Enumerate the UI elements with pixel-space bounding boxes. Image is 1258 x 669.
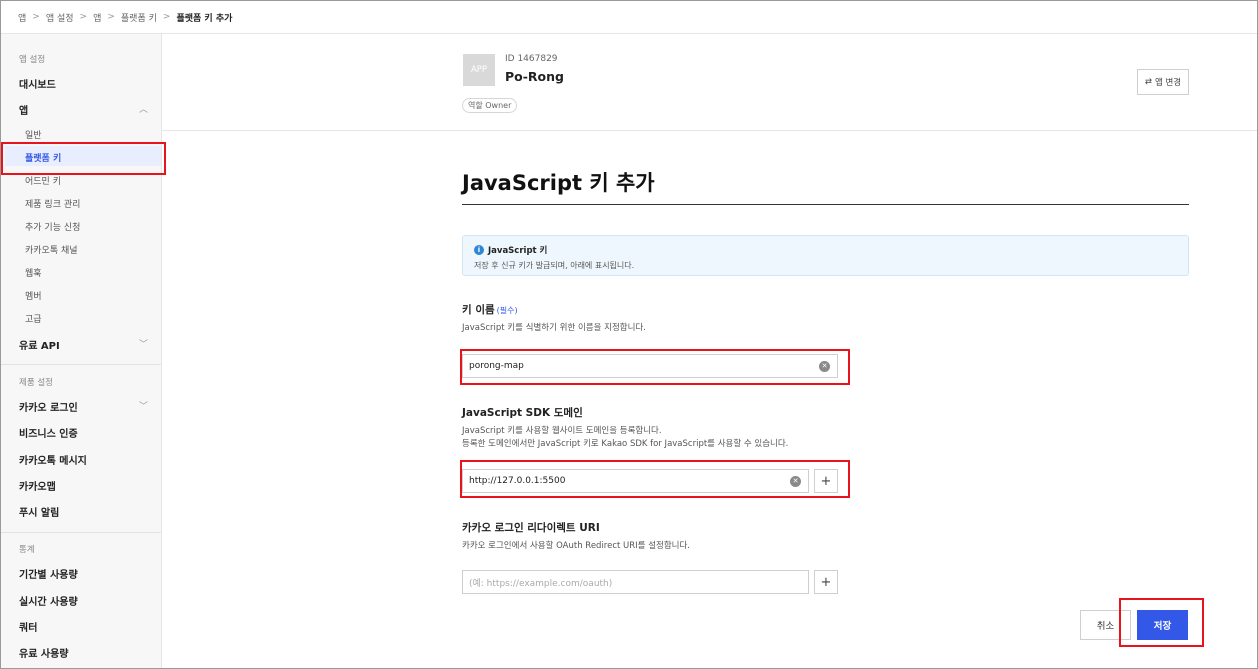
notice-text: 저장 후 신규 키가 발급되며, 아래에 표시됩니다. <box>474 261 635 270</box>
sdk-domain-value: http://127.0.0.1:5500 <box>469 476 566 486</box>
info-icon: i <box>474 245 484 255</box>
sidebar-item-business-auth[interactable]: 비즈니스 인증 <box>19 425 78 440</box>
chevron-down-icon[interactable]: ﹀ <box>139 399 148 412</box>
sidebar-item-usage-by-period[interactable]: 기간별 사용량 <box>19 566 78 581</box>
sidebar-item-kakaotalk-channel[interactable]: 카카오톡 채널 <box>25 243 78 256</box>
breadcrumb-item[interactable]: 앱 <box>18 11 26 24</box>
info-notice: i JavaScript 키 저장 후 신규 키가 발급되며, 아래에 표시됩니… <box>462 235 1189 276</box>
clear-icon[interactable]: ✕ <box>819 361 830 372</box>
sidebar-item-kakaotalk-message[interactable]: 카카오톡 메시지 <box>19 452 87 467</box>
sidebar-divider <box>1 364 161 365</box>
sidebar-item-quota[interactable]: 쿼터 <box>19 619 37 634</box>
breadcrumb-separator-icon: > <box>107 12 115 22</box>
sdk-domain-label: JavaScript SDK 도메인 <box>462 407 583 419</box>
sidebar-item-general[interactable]: 일반 <box>25 128 42 141</box>
page-title: JavaScript 키 추가 <box>462 171 655 195</box>
sidebar-item-product-link[interactable]: 제품 링크 관리 <box>25 197 80 210</box>
sidebar-item-members[interactable]: 멤버 <box>25 289 42 302</box>
breadcrumb-item[interactable]: 앱 <box>93 11 101 24</box>
sidebar: 앱 설정 대시보드 앱 ︿ 일반 플랫폼 키 어드민 키 제품 링크 관리 추가… <box>1 34 162 668</box>
sidebar-group-app-settings: 앱 설정 <box>19 55 46 65</box>
key-name-input[interactable]: porong-map ✕ <box>462 354 838 378</box>
app-thumbnail: APP <box>463 54 495 86</box>
app-header: APP ID 1467829 Po-Rong 역할 Owner ⇄ 앱 변경 <box>162 34 1257 131</box>
sidebar-item-app[interactable]: 앱 <box>19 102 28 117</box>
breadcrumb-item[interactable]: 플랫폼 키 <box>121 11 157 24</box>
redirect-uri-label: 카카오 로그인 리다이렉트 URI <box>462 522 600 534</box>
sdk-domain-input[interactable]: http://127.0.0.1:5500 ✕ <box>462 469 809 493</box>
sdk-domain-desc-line: 등록한 도메인에서만 JavaScript 키로 Kakao SDK for J… <box>462 439 789 449</box>
change-app-button[interactable]: ⇄ 앱 변경 <box>1137 69 1189 95</box>
app-name: Po-Rong <box>505 69 564 84</box>
notice-title: JavaScript 키 <box>488 246 548 256</box>
sidebar-item-realtime-usage[interactable]: 실시간 사용량 <box>19 593 78 608</box>
sidebar-item-push[interactable]: 푸시 알림 <box>19 504 59 519</box>
sidebar-divider <box>1 532 161 533</box>
clear-icon[interactable]: ✕ <box>790 476 801 487</box>
redirect-uri-desc: 카카오 로그인에서 사용할 OAuth Redirect URI를 설정합니다. <box>462 541 691 551</box>
sidebar-item-extra-features[interactable]: 추가 기능 신청 <box>25 220 80 233</box>
sidebar-item-kakao-login[interactable]: 카카오 로그인 <box>19 399 78 414</box>
breadcrumb-current: 플랫폼 키 추가 <box>176 13 233 24</box>
sidebar-item-paid-api[interactable]: 유료 API <box>19 337 60 352</box>
plus-icon: + <box>820 473 832 489</box>
app-id: ID 1467829 <box>505 54 558 64</box>
key-name-desc: JavaScript 키를 식별하기 위한 이름을 지정합니다. <box>462 323 646 333</box>
window-frame: 앱 > 앱 설정 > 앱 > 플랫폼 키 > 플랫폼 키 추가 앱 설정 대시보… <box>0 0 1258 669</box>
add-redirect-uri-button[interactable]: + <box>814 570 838 594</box>
swap-icon: ⇄ <box>1144 77 1152 87</box>
role-badge: 역할 Owner <box>462 98 518 113</box>
key-name-label-text: 키 이름 <box>462 304 495 316</box>
main-content: APP ID 1467829 Po-Rong 역할 Owner ⇄ 앱 변경 J… <box>162 34 1257 668</box>
sidebar-group-product-settings: 제품 설정 <box>19 378 53 388</box>
redirect-uri-placeholder: (예: https://example.com/oauth) <box>469 578 613 589</box>
key-name-label: 키 이름 (필수) <box>462 302 518 317</box>
breadcrumb-separator-icon: > <box>162 12 171 22</box>
sidebar-item-webhook[interactable]: 웹훅 <box>25 266 42 279</box>
chevron-down-icon[interactable]: ﹀ <box>139 337 148 350</box>
breadcrumb-separator-icon: > <box>79 12 88 22</box>
add-domain-button[interactable]: + <box>814 469 838 493</box>
sidebar-group-stats: 통계 <box>19 545 35 555</box>
breadcrumb-item[interactable]: 앱 설정 <box>46 11 74 24</box>
key-name-value: porong-map <box>469 361 524 371</box>
sidebar-item-paid-usage[interactable]: 유료 사용량 <box>19 645 68 660</box>
chevron-up-icon[interactable]: ︿ <box>139 102 148 115</box>
change-app-label: 앱 변경 <box>1154 78 1182 88</box>
redirect-uri-input[interactable]: (예: https://example.com/oauth) <box>462 570 809 594</box>
title-divider <box>462 204 1189 205</box>
sidebar-item-dashboard[interactable]: 대시보드 <box>19 76 56 91</box>
sidebar-item-platform-key[interactable]: 플랫폼 키 <box>25 151 61 164</box>
breadcrumb-separator-icon: > <box>32 12 40 22</box>
save-button[interactable]: 저장 <box>1137 610 1188 640</box>
breadcrumb: 앱 > 앱 설정 > 앱 > 플랫폼 키 > 플랫폼 키 추가 <box>1 1 1257 34</box>
sidebar-item-kakaomap[interactable]: 카카오맵 <box>19 478 56 493</box>
sdk-domain-desc: JavaScript 키를 사용할 웹사이트 도메인을 등록합니다. 등록한 도… <box>462 425 788 451</box>
sdk-domain-desc-line: JavaScript 키를 사용할 웹사이트 도메인을 등록합니다. <box>462 426 662 436</box>
plus-icon: + <box>820 574 832 590</box>
required-mark: (필수) <box>496 306 518 315</box>
sidebar-item-advanced[interactable]: 고급 <box>25 312 42 325</box>
cancel-button[interactable]: 취소 <box>1080 610 1131 640</box>
sidebar-item-admin-key[interactable]: 어드민 키 <box>25 174 61 187</box>
